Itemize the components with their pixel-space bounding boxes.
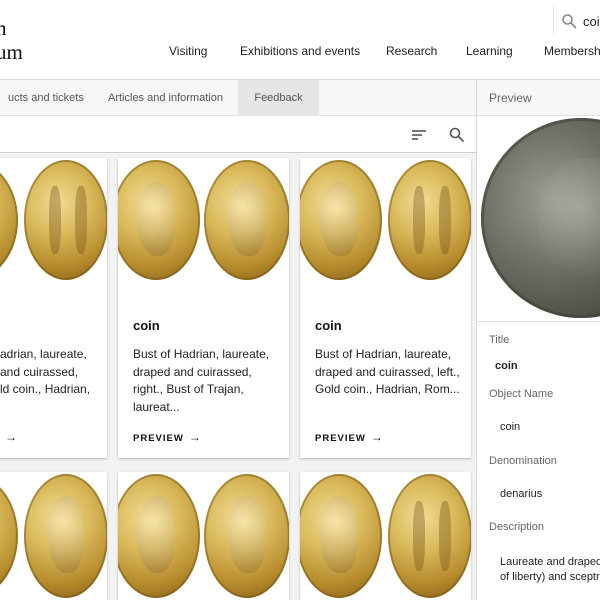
coin-reverse-image: [388, 474, 471, 598]
card-description: Bust of Hadrian, laureate, draped and cu…: [315, 347, 460, 396]
field-value-denomination: denarius: [500, 488, 543, 500]
preview-header: Preview: [477, 80, 600, 116]
coin-obverse-image: [0, 474, 18, 598]
preview-label: PREVIEW: [133, 433, 184, 444]
result-card[interactable]: [0, 472, 107, 600]
coin-image: [118, 472, 289, 600]
coin-obverse-image: [118, 160, 200, 280]
museum-logo[interactable]: n um: [0, 16, 23, 64]
silver-coin-image: [481, 118, 600, 318]
coin-obverse-image: [118, 474, 200, 598]
arrow-right-icon: →: [5, 430, 18, 444]
preview-label: PREVIEW: [315, 433, 366, 444]
preview-link[interactable]: PREVIEW →: [133, 430, 202, 444]
result-card[interactable]: coin Bust of Hadrian, laureate, draped a…: [118, 158, 289, 458]
result-card[interactable]: [118, 472, 289, 600]
field-label-object-name: Object Name: [489, 388, 554, 400]
field-value-title: coin: [495, 360, 518, 372]
nav-learning[interactable]: Learning: [466, 44, 513, 58]
tab-feedback[interactable]: Feedback: [238, 80, 319, 116]
coin-image: [300, 472, 471, 600]
search-icon[interactable]: [561, 13, 577, 29]
field-label-title: Title: [489, 334, 510, 346]
coin-reverse-image: [388, 160, 471, 280]
site-header: n um coin Visiting Exhibitions and event…: [0, 0, 600, 80]
field-value-object-name: coin: [500, 421, 521, 433]
preview-heading: Preview: [489, 91, 532, 105]
preview-panel: Preview Title coin Object Name coin Deno…: [476, 80, 600, 600]
nav-exhibitions[interactable]: Exhibitions and events: [240, 44, 360, 58]
field-value-description-line-1: Laureate and draped b: [500, 556, 600, 568]
result-card[interactable]: coin Bust of Hadrian, laureate, draped a…: [300, 158, 471, 458]
logo-line-1: n: [0, 16, 7, 40]
nav-research[interactable]: Research: [386, 44, 437, 58]
card-title: coin: [133, 318, 160, 333]
preview-link[interactable]: PREVIEW →: [315, 430, 384, 444]
coin-image: [0, 158, 107, 304]
coin-image: [300, 158, 471, 304]
site-search[interactable]: coin: [553, 6, 600, 36]
field-label-description: Description: [489, 521, 545, 533]
coin-obverse-image: [24, 474, 107, 598]
result-card[interactable]: [300, 472, 471, 600]
preview-link[interactable]: →: [0, 430, 18, 444]
search-icon[interactable]: [448, 126, 466, 144]
nav-visiting[interactable]: Visiting: [169, 44, 207, 58]
results-grid: adrian, laureate, and cuirassed, ld coin…: [0, 153, 476, 600]
card-title: coin: [315, 318, 342, 333]
tab-products-and-tickets[interactable]: ucts and tickets: [0, 80, 96, 116]
tab-articles-and-information[interactable]: Articles and information: [95, 80, 236, 116]
coin-image: [0, 472, 107, 600]
logo-line-2: um: [0, 40, 23, 64]
coin-reverse-image: [24, 160, 107, 280]
search-input[interactable]: coin: [583, 14, 600, 29]
arrow-right-icon: →: [188, 430, 202, 444]
result-card[interactable]: adrian, laureate, and cuirassed, ld coin…: [0, 158, 107, 458]
card-description: adrian, laureate, and cuirassed, ld coin…: [0, 347, 91, 396]
sort-icon[interactable]: [410, 126, 428, 144]
coin-obverse-image: [204, 474, 289, 598]
coin-obverse-image: [300, 474, 382, 598]
divider: [477, 321, 600, 322]
search-tabs: ucts and tickets Articles and informatio…: [0, 80, 476, 116]
card-description: Bust of Hadrian, laureate, draped and cu…: [133, 347, 270, 414]
preview-coin-image[interactable]: [477, 116, 600, 321]
coin-obverse-image: [300, 160, 382, 280]
nav-membership[interactable]: Membership: [544, 44, 600, 58]
results-toolbar: [0, 116, 476, 153]
field-label-denomination: Denomination: [489, 455, 557, 467]
coin-obverse-image: [204, 160, 289, 280]
field-value-description-line-2: of liberty) and sceptre.: [500, 571, 600, 583]
coin-image: [118, 158, 289, 304]
arrow-right-icon: →: [370, 430, 384, 444]
coin-obverse-image: [0, 160, 18, 280]
